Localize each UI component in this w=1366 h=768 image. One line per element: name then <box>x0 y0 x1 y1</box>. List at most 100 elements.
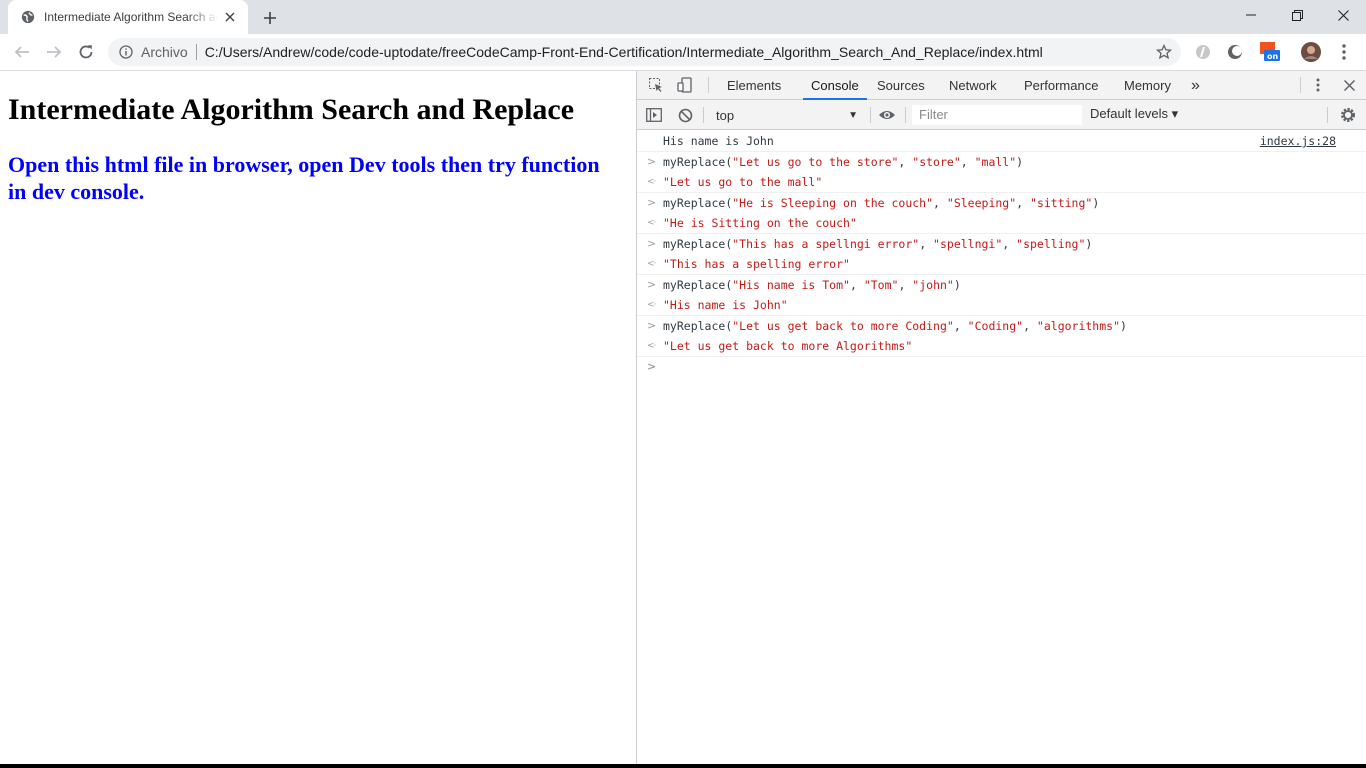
console-settings-gear-icon[interactable] <box>1339 106 1357 124</box>
input-function: myReplace <box>663 155 726 169</box>
new-tab-button[interactable] <box>259 7 281 29</box>
tab-elements[interactable]: Elements <box>726 71 782 100</box>
input-argument: "He is Sleeping on the couch" <box>732 196 934 210</box>
result-value: "Let us go to the mall" <box>663 175 823 189</box>
devtools-panel: Elements Console Sources Network Perform… <box>636 71 1366 768</box>
console-log-row: His name is John index.js:28 <box>637 131 1366 152</box>
input-argument: "spellngi" <box>933 237 1003 251</box>
back-button[interactable] <box>9 39 35 65</box>
tab-sources[interactable]: Sources <box>876 71 926 100</box>
tab-console[interactable]: Console <box>803 71 867 100</box>
live-expression-eye-icon[interactable] <box>878 106 896 124</box>
devtools-menu-icon[interactable] <box>1309 76 1327 94</box>
address-bar[interactable]: Archivo C:/Users/Andrew/code/code-uptoda… <box>108 38 1181 66</box>
result-arrow-icon: <· <box>647 177 656 187</box>
input-argument: "Let us go to the store" <box>732 155 899 169</box>
close-window-button[interactable] <box>1320 0 1366 30</box>
result-value: "His name is John" <box>663 298 788 312</box>
arg-separator: , <box>953 319 968 333</box>
tab-performance[interactable]: Performance <box>1023 71 1099 100</box>
arg-separator: , <box>919 237 934 251</box>
browser-tab[interactable]: Intermediate Algorithm Search and Replac… <box>8 0 248 34</box>
profile-avatar[interactable] <box>1301 42 1321 62</box>
arg-separator: , <box>960 155 975 169</box>
input-function: myReplace <box>663 319 726 333</box>
input-function: myReplace <box>663 196 726 210</box>
log-source-link[interactable]: index.js:28 <box>1260 131 1336 152</box>
console-result-row: <· "Let us go to the mall" <box>637 172 1366 193</box>
tab-title: Intermediate Algorithm Search and Replac… <box>44 10 218 24</box>
devtools-divider <box>870 107 871 123</box>
result-arrow-icon: <· <box>647 259 656 269</box>
inspect-element-icon[interactable] <box>647 76 665 94</box>
arg-separator: , <box>898 278 913 292</box>
console-output: His name is John index.js:28 > myReplace(… <box>637 131 1366 768</box>
input-argument: "This has a spellngi error" <box>732 237 920 251</box>
tab-strip: Intermediate Algorithm Search and Replac… <box>0 0 1366 34</box>
page-subheading: Open this html file in browser, open Dev… <box>8 152 600 204</box>
show-sidebar-icon[interactable] <box>645 106 663 124</box>
input-argument: "algorithms" <box>1036 319 1121 333</box>
devtools-divider <box>1327 107 1328 123</box>
input-argument: "john" <box>912 278 954 292</box>
tab-memory[interactable]: Memory <box>1123 71 1172 100</box>
arg-separator: , <box>1002 237 1017 251</box>
input-argument: "store" <box>912 155 961 169</box>
clear-console-icon[interactable] <box>676 106 694 124</box>
devtools-close-icon[interactable] <box>1340 76 1358 94</box>
browser-toolbar: Archivo C:/Users/Andrew/code/code-uptoda… <box>0 34 1366 71</box>
svg-text:on: on <box>1267 52 1278 61</box>
extension-grey-icon[interactable] <box>1193 42 1213 62</box>
forward-button[interactable] <box>41 39 67 65</box>
result-arrow-icon: <· <box>647 218 656 228</box>
devtools-divider <box>905 107 906 123</box>
arg-separator: , <box>933 196 947 210</box>
result-arrow-icon: <· <box>647 300 656 310</box>
dark-mode-extension-icon[interactable] <box>1225 42 1245 62</box>
input-argument: "Sleeping" <box>946 196 1017 210</box>
input-argument: "mall" <box>974 155 1017 169</box>
console-prompt[interactable]: > <box>637 357 1366 377</box>
input-argument: "His name is Tom" <box>732 278 850 292</box>
console-input-row[interactable]: > myReplace("His name is Tom", "Tom", "jo… <box>637 275 1366 295</box>
log-levels-dropdown[interactable]: Default levels ▾ <box>1090 106 1178 122</box>
input-function: myReplace <box>663 237 726 251</box>
input-chevron-icon: > <box>647 237 657 250</box>
globe-icon <box>20 9 36 25</box>
arg-separator: , <box>1023 319 1037 333</box>
result-value: "He is Sitting on the couch" <box>663 216 857 230</box>
console-input-row[interactable]: > myReplace("Let us get back to more Codi… <box>637 316 1366 336</box>
info-icon[interactable] <box>118 44 134 60</box>
context-label: top <box>716 107 735 123</box>
tab-close-icon[interactable] <box>222 9 238 25</box>
taskbar-edge <box>0 764 1366 768</box>
console-filter-input[interactable]: Filter <box>912 105 1082 125</box>
prompt-chevron-icon: > <box>647 360 657 373</box>
bookmark-star-icon[interactable] <box>1155 43 1173 61</box>
minimize-button[interactable] <box>1228 0 1274 30</box>
address-separator <box>195 44 197 60</box>
console-input-row[interactable]: > myReplace("He is Sleeping on the couch"… <box>637 193 1366 213</box>
more-tabs-button[interactable]: » <box>1190 71 1201 100</box>
restore-button[interactable] <box>1274 0 1320 30</box>
log-text: His name is John <box>663 134 774 148</box>
tab-network[interactable]: Network <box>948 71 998 100</box>
context-selector[interactable]: top ▼ <box>710 106 862 124</box>
input-argument: "spelling" <box>1016 237 1086 251</box>
reload-button[interactable] <box>73 39 99 65</box>
close-paren: ) <box>1016 155 1024 169</box>
url-text[interactable]: C:/Users/Andrew/code/code-uptodate/freeC… <box>205 44 1043 60</box>
device-toolbar-icon[interactable] <box>676 76 694 94</box>
arg-separator: , <box>849 278 864 292</box>
close-paren: ) <box>1092 196 1100 210</box>
toggle-extension-icon[interactable]: on <box>1258 42 1282 62</box>
console-input-row[interactable]: > myReplace("Let us go to the store", "st… <box>637 152 1366 172</box>
arg-separator: , <box>898 155 913 169</box>
more-menu-icon[interactable] <box>1334 42 1354 62</box>
input-chevron-icon: > <box>647 278 657 291</box>
close-paren: ) <box>1120 319 1127 333</box>
devtools-divider <box>1300 77 1301 93</box>
arg-separator: , <box>1016 196 1031 210</box>
console-input-row[interactable]: > myReplace("This has a spellngi error", … <box>637 234 1366 254</box>
console-entries: > myReplace("Let us go to the store", "st… <box>637 152 1366 357</box>
